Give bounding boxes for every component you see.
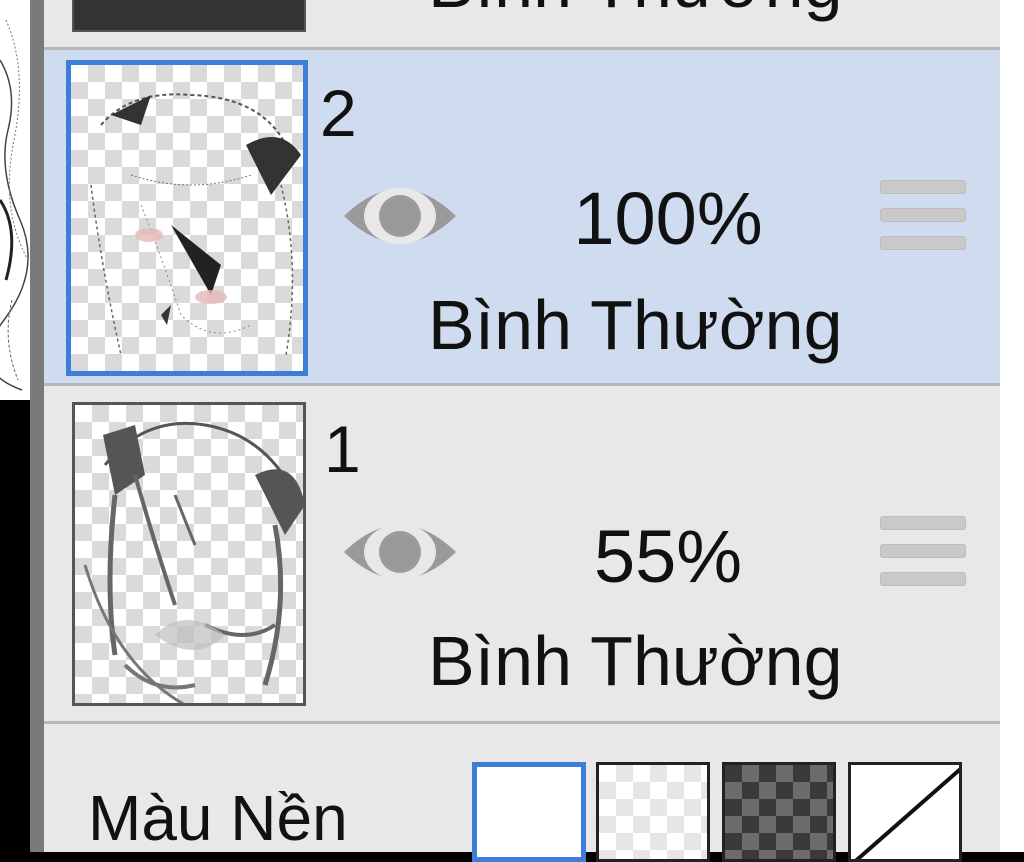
canvas-preview-strip[interactable] <box>0 0 30 400</box>
diagonal-slash-icon <box>854 767 959 859</box>
layer-thumbnail[interactable] <box>66 60 308 376</box>
background-none-swatch[interactable] <box>848 762 962 862</box>
layer-row-1[interactable]: 1 55% Bình Thường <box>44 386 1000 724</box>
layer-row-2[interactable]: 2 100% Bình Thường <box>44 50 1000 386</box>
layers-panel: Bình Thường 2 100% Bình <box>44 0 1000 862</box>
layer-blend-mode[interactable]: Bình Thường <box>428 290 843 360</box>
background-white-swatch[interactable] <box>472 762 586 862</box>
layer-number: 1 <box>324 412 361 486</box>
canvas-sketch <box>0 19 29 391</box>
layer-thumbnail[interactable] <box>72 402 306 706</box>
layer-2-artwork <box>90 93 301 356</box>
layer-thumbnail[interactable] <box>72 0 306 32</box>
layer-1-artwork <box>83 421 303 703</box>
layer-opacity[interactable]: 55% <box>518 520 818 594</box>
background-light-checker-swatch[interactable] <box>596 762 710 862</box>
drag-handle-icon[interactable] <box>880 514 966 588</box>
panel-border <box>30 0 44 852</box>
background-color-label: Màu Nền <box>88 782 348 854</box>
canvas-background <box>0 400 30 852</box>
panel-right-edge <box>1000 0 1024 852</box>
layer-blend-mode[interactable]: Bình Thường <box>428 626 843 696</box>
eye-icon[interactable] <box>340 512 460 592</box>
drag-handle-icon[interactable] <box>880 178 966 252</box>
layer-opacity[interactable]: 100% <box>518 182 818 256</box>
layer-number: 2 <box>320 76 357 150</box>
background-color-section: Màu Nền <box>44 724 1000 862</box>
background-dark-checker-swatch[interactable] <box>722 762 836 862</box>
layer-blend-mode[interactable]: Bình Thường <box>428 0 843 18</box>
layer-row-top-partial[interactable]: Bình Thường <box>44 0 1000 50</box>
eye-icon[interactable] <box>340 176 460 256</box>
